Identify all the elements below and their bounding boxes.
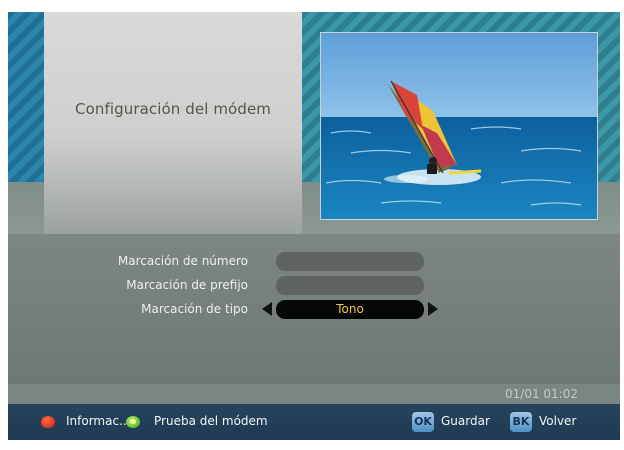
page-title: Configuración del módem [75,100,271,118]
windsurfer-image [321,33,597,219]
decor-stripe-left [8,12,44,182]
status-bar: 01/01 01:02 [8,384,620,404]
ok-key-icon[interactable]: OK [412,412,434,432]
setting-label: Marcación de número [117,254,248,268]
setting-label: Marcación de prefijo [126,278,248,292]
modem-test-label[interactable]: Prueba del módem [154,414,268,428]
back-button[interactable]: Volver [539,414,576,428]
save-button[interactable]: Guardar [441,414,490,428]
dial-prefix-field[interactable] [276,276,424,295]
info-button-label[interactable]: Informac... [66,414,131,428]
arrow-left-icon[interactable] [262,302,272,316]
dial-type-value: Tono [336,302,364,316]
setting-row-prefijo[interactable]: Marcación de prefijo [8,276,620,296]
dial-type-selector[interactable]: Tono [276,300,424,319]
setting-row-numero[interactable]: Marcación de número [8,252,620,272]
footer-bar: Informac... Prueba del módem OK Guardar … [8,404,620,440]
setting-label: Marcación de tipo [141,302,248,316]
tv-menu-screen: Configuración del módem Marcación de núm… [8,12,620,440]
green-button-icon[interactable] [126,416,140,428]
title-panel: Configuración del módem [44,12,302,234]
back-key-icon[interactable]: BK [510,412,532,432]
dial-number-field[interactable] [276,252,424,271]
arrow-right-icon[interactable] [428,302,438,316]
setting-row-tipo[interactable]: Marcación de tipo Tono [8,300,620,320]
decor-band [8,182,44,234]
red-button-icon[interactable] [41,416,55,428]
preview-image [320,32,598,220]
settings-panel: Marcación de número Marcación de prefijo… [8,234,620,384]
datetime-display: 01/01 01:02 [505,387,578,401]
